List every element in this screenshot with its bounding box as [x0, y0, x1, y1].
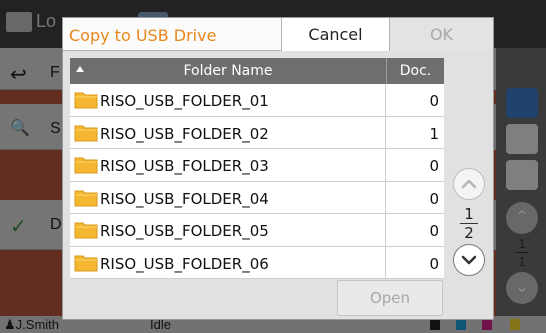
folder-name: RISO_USB_FOLDER_03 [100, 157, 269, 175]
page-total: 2 [464, 224, 474, 242]
page-current: 1 [464, 205, 474, 223]
dialog-header: Copy to USB Drive Cancel OK [63, 18, 493, 51]
folder-name-column-header[interactable]: Folder Name [70, 58, 386, 84]
folder-icon [74, 92, 98, 109]
folder-name-cell: RISO_USB_FOLDER_01 [70, 84, 386, 116]
table-row[interactable]: RISO_USB_FOLDER_02 1 [70, 116, 444, 149]
table-row[interactable]: RISO_USB_FOLDER_04 0 [70, 181, 444, 214]
scroll-down-button[interactable] [453, 244, 485, 276]
folder-name: RISO_USB_FOLDER_02 [100, 124, 269, 143]
folder-icon [74, 222, 98, 239]
copy-to-usb-dialog: Copy to USB Drive Cancel OK Folder Name … [62, 17, 494, 320]
cancel-button[interactable]: Cancel [281, 18, 390, 51]
folder-name: RISO_USB_FOLDER_05 [100, 222, 269, 240]
table-row[interactable]: RISO_USB_FOLDER_03 0 [70, 149, 444, 182]
folder-name-cell: RISO_USB_FOLDER_05 [70, 214, 386, 246]
doc-count: 0 [429, 189, 439, 208]
scroll-up-button[interactable] [453, 168, 485, 200]
folder-name-cell: RISO_USB_FOLDER_02 [70, 116, 386, 149]
folder-icon [74, 125, 98, 141]
dialog-title: Copy to USB Drive [69, 26, 217, 45]
folder-icon [74, 157, 98, 174]
folder-name: RISO_USB_FOLDER_04 [100, 189, 269, 208]
doc-count: 0 [429, 157, 439, 175]
doc-count: 1 [429, 124, 439, 143]
sort-ascending-icon [76, 66, 84, 72]
folder-icon [74, 255, 98, 271]
folder-name: RISO_USB_FOLDER_01 [100, 92, 269, 110]
ok-button[interactable]: OK [390, 18, 493, 51]
folder-name-cell: RISO_USB_FOLDER_06 [70, 246, 386, 279]
table-header: Folder Name Doc. [70, 58, 444, 84]
doc-column-header[interactable]: Doc. [386, 58, 444, 84]
folder-table: Folder Name Doc. RISO_USB_FOLDER_01 0 RI… [70, 58, 444, 279]
chevron-down-icon [461, 255, 477, 265]
table-row[interactable]: RISO_USB_FOLDER_01 0 [70, 84, 444, 117]
table-row[interactable]: RISO_USB_FOLDER_05 0 [70, 214, 444, 247]
folder-icon [74, 190, 98, 206]
chevron-up-icon [461, 179, 477, 189]
folder-name: RISO_USB_FOLDER_06 [100, 254, 269, 273]
doc-count: 0 [429, 222, 439, 240]
doc-count: 0 [429, 92, 439, 110]
page-indicator: 1 2 [449, 206, 489, 241]
folder-name-cell: RISO_USB_FOLDER_03 [70, 149, 386, 181]
table-row[interactable]: RISO_USB_FOLDER_06 0 [70, 246, 444, 279]
folder-name-cell: RISO_USB_FOLDER_04 [70, 181, 386, 214]
open-button[interactable]: Open [337, 280, 443, 316]
doc-count: 0 [429, 254, 439, 273]
